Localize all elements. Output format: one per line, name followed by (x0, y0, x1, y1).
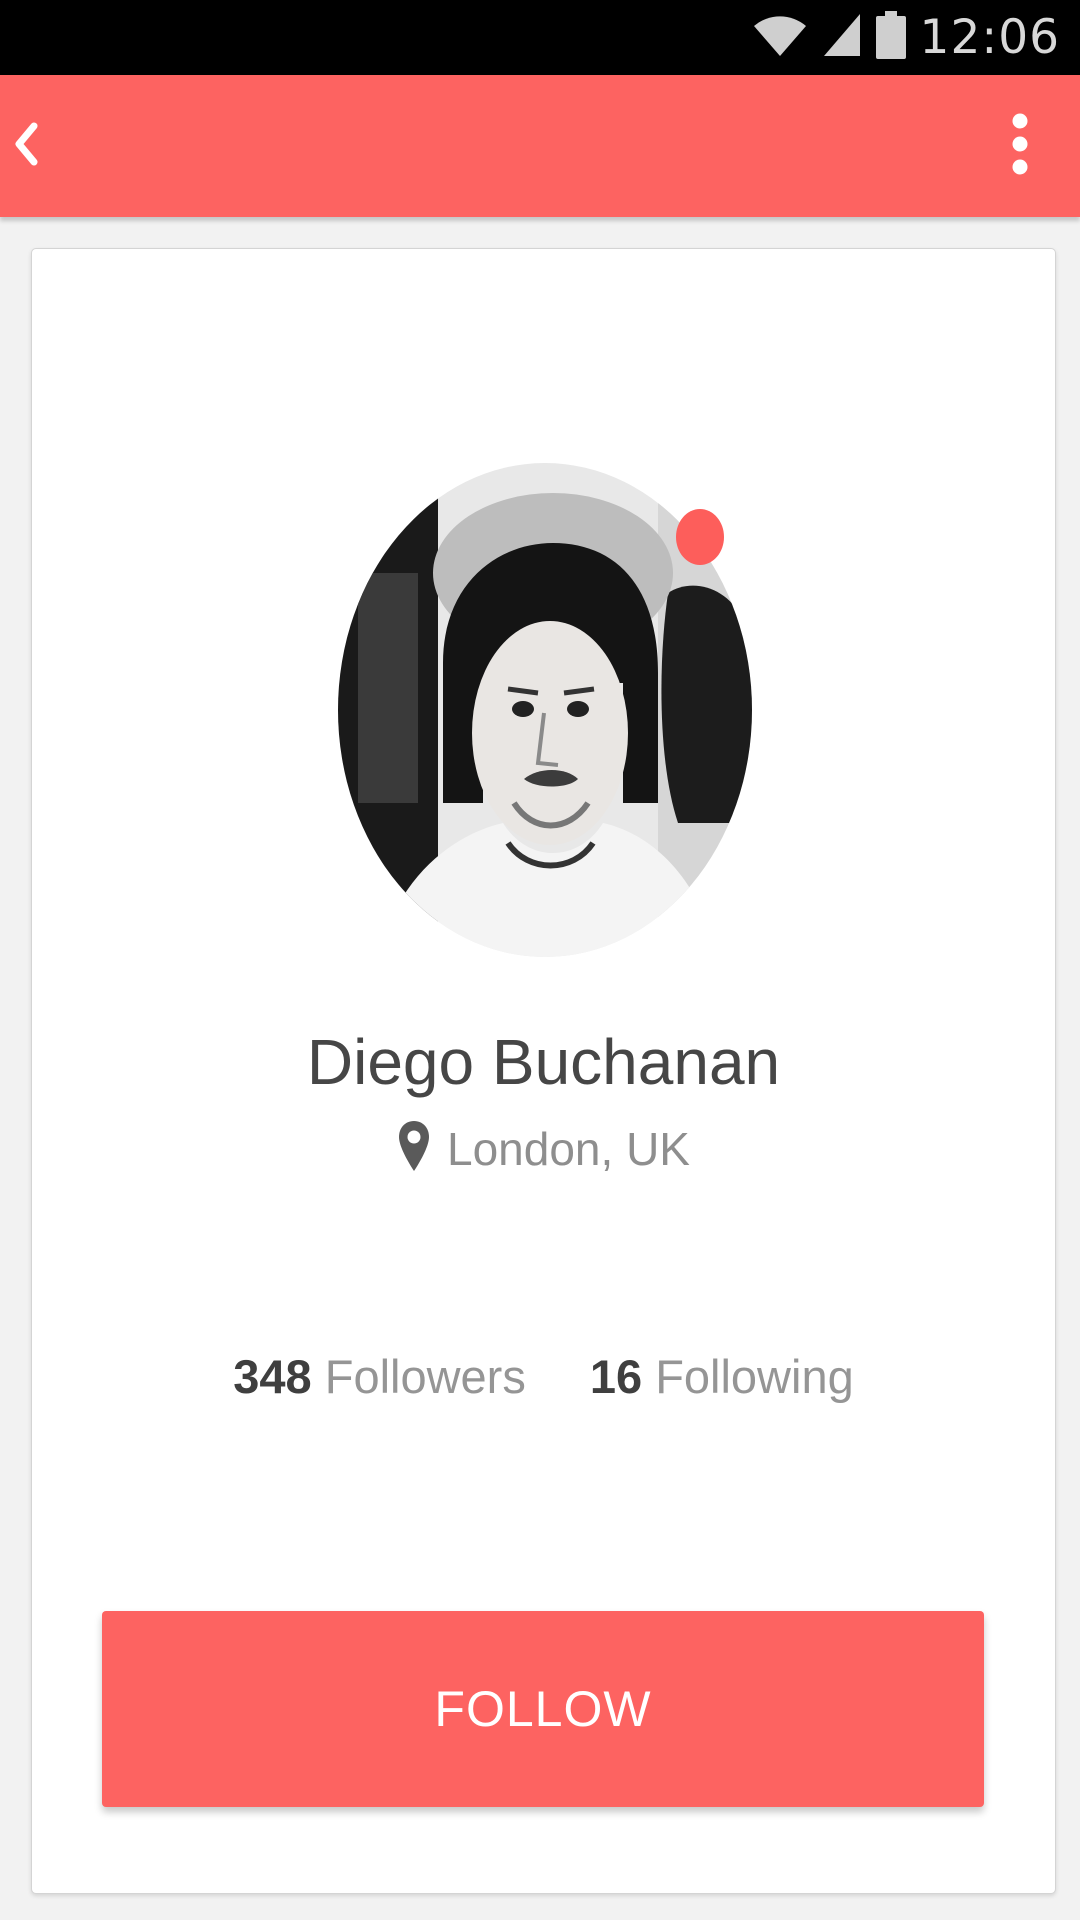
following-count: 16 (589, 1350, 643, 1403)
signal-icon (822, 12, 862, 63)
profile-location: London, UK (32, 1119, 1055, 1178)
profile-card: Diego Buchanan London, UK 348 Followers … (31, 248, 1056, 1894)
battery-icon (875, 11, 906, 64)
followers-label: Followers (324, 1350, 526, 1403)
map-pin-icon (397, 1119, 431, 1178)
chevron-left-icon (14, 122, 38, 171)
status-icons: 12:06 (752, 0, 1060, 75)
profile-stats: 348 Followers 16 Following (32, 1349, 1055, 1404)
profile-name: Diego Buchanan (306, 1026, 781, 1098)
app-bar (0, 75, 1080, 217)
following-stat[interactable]: 16 Following (590, 1349, 854, 1404)
online-status-indicator (676, 509, 724, 565)
followers-count: 348 (233, 1350, 312, 1403)
follow-button[interactable]: FOLLOW (102, 1611, 984, 1807)
back-button[interactable] (6, 111, 46, 181)
more-vertical-icon (1010, 113, 1030, 180)
following-label: Following (655, 1350, 854, 1403)
more-options-button[interactable] (990, 111, 1050, 181)
status-bar: 12:06 (0, 0, 1080, 75)
followers-stat[interactable]: 348 Followers (233, 1349, 526, 1404)
location-text: London, UK (447, 1122, 690, 1175)
status-clock: 12:06 (919, 10, 1060, 65)
avatar-container (338, 463, 752, 957)
wifi-icon (752, 12, 808, 63)
